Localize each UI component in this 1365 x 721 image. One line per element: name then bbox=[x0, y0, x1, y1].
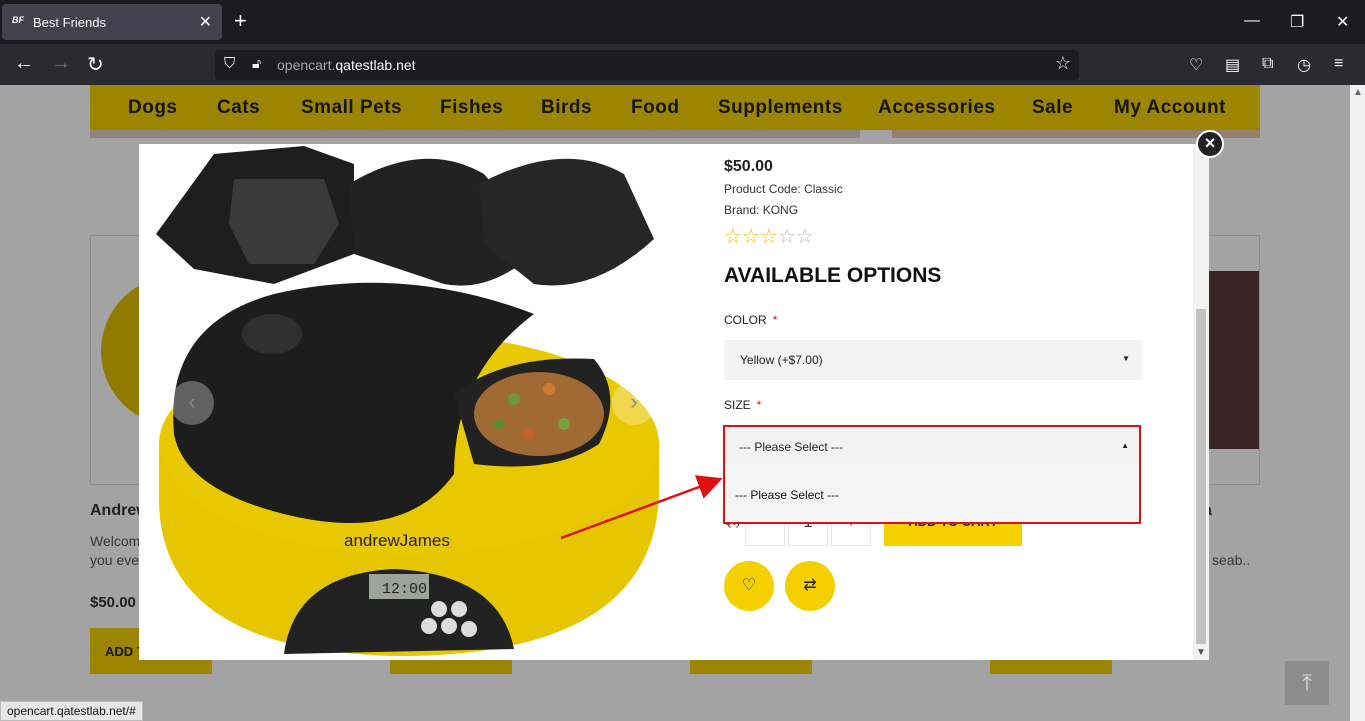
product-brand: Brand: KONG bbox=[724, 203, 799, 217]
history-icon[interactable]: ◷ bbox=[1297, 55, 1311, 75]
brand-logo-text: andrewJames bbox=[344, 531, 450, 550]
close-tab-icon[interactable]: ✕ bbox=[199, 12, 212, 32]
size-option-label: --- Please Select --- bbox=[735, 488, 840, 502]
required-mark: * bbox=[772, 313, 778, 327]
minimize-icon[interactable]: — bbox=[1244, 12, 1260, 30]
status-bar-url: opencart.qatestlab.net/# bbox=[0, 701, 143, 721]
color-label-text: COLOR bbox=[724, 313, 767, 327]
lock-icon[interactable]: 🔓︎ bbox=[252, 55, 261, 72]
scroll-up-icon[interactable]: ▲ bbox=[1353, 87, 1363, 98]
options-heading: AVAILABLE OPTIONS bbox=[724, 264, 942, 287]
product-code: Product Code: Classic bbox=[724, 182, 843, 196]
scrollbar-thumb[interactable] bbox=[1196, 309, 1206, 644]
bookmark-star-icon[interactable]: ☆ bbox=[1055, 53, 1071, 74]
svg-text:12:00: 12:00 bbox=[382, 581, 427, 598]
quick-view-modal: andrewJames 12:00 ‹ › $50.00 Product Cod… bbox=[139, 144, 1209, 660]
shield-icon[interactable]: ⛉ bbox=[224, 55, 235, 72]
reload-icon[interactable]: ↻ bbox=[87, 52, 104, 77]
reader-view-icon[interactable]: ▤ bbox=[1225, 55, 1240, 75]
star-icon: ☆ bbox=[759, 226, 778, 248]
product-image: andrewJames 12:00 ‹ › bbox=[154, 144, 664, 660]
tab-bar: BF Best Friends ✕ + — ❐ ✕ bbox=[0, 0, 1365, 44]
upload-icon: ⤒ bbox=[1302, 670, 1312, 695]
pocket-icon[interactable]: ♡ bbox=[1189, 55, 1203, 75]
navigation-bar: ← → ↻ ⛉ 🔓︎ opencart.qatestlab.net ☆ ♡ ▤ … bbox=[0, 44, 1365, 85]
carousel-prev-button[interactable]: ‹ bbox=[170, 381, 214, 425]
restore-icon[interactable]: ❐ bbox=[1290, 12, 1304, 32]
required-mark: * bbox=[756, 398, 762, 412]
star-icon: ☆ bbox=[795, 226, 814, 248]
size-label-text: SIZE bbox=[724, 398, 751, 412]
url-domain: qatestlab.net bbox=[335, 57, 416, 73]
web-page: Dogs Cats Small Pets Fishes Birds Food S… bbox=[0, 85, 1365, 721]
url-host: opencart. bbox=[277, 57, 336, 73]
star-icon: ☆ bbox=[724, 226, 742, 248]
color-select[interactable]: Yellow (+$7.00) ▼ bbox=[724, 340, 1142, 380]
scroll-down-icon[interactable]: ▼ bbox=[1196, 647, 1206, 658]
size-select-dropdown[interactable]: --- Please Select --- ▲ --- Please Selec… bbox=[723, 425, 1141, 524]
address-bar[interactable]: ⛉ 🔓︎ opencart.qatestlab.net ☆ bbox=[215, 50, 1079, 80]
browser-tab[interactable]: BF Best Friends ✕ bbox=[2, 4, 222, 40]
chevron-down-icon: ▼ bbox=[1122, 354, 1130, 363]
size-label: SIZE * bbox=[724, 398, 761, 412]
size-select-value: --- Please Select --- bbox=[739, 440, 844, 454]
favicon-icon: BF bbox=[12, 15, 24, 25]
scroll-to-top-button[interactable]: ⤒ bbox=[1285, 661, 1329, 705]
compare-arrows-icon: ⇄ bbox=[803, 577, 817, 594]
size-option[interactable]: --- Please Select --- bbox=[725, 465, 1139, 522]
heart-icon: ♡ bbox=[741, 577, 757, 594]
back-icon[interactable]: ← bbox=[14, 52, 34, 75]
wishlist-button[interactable]: ♡ bbox=[724, 561, 774, 611]
product-price: $50.00 bbox=[724, 158, 773, 175]
star-icon: ☆ bbox=[741, 226, 760, 248]
tab-title: Best Friends bbox=[33, 15, 106, 30]
color-select-value: Yellow (+$7.00) bbox=[740, 353, 823, 367]
page-scrollbar[interactable]: ▲ bbox=[1350, 85, 1365, 721]
chevron-up-icon: ▲ bbox=[1121, 441, 1129, 450]
carousel-next-button[interactable]: › bbox=[612, 381, 656, 425]
size-select[interactable]: --- Please Select --- ▲ bbox=[725, 427, 1139, 465]
color-label: COLOR * bbox=[724, 313, 777, 327]
compare-button[interactable]: ⇄ bbox=[785, 561, 835, 611]
rating-stars: ☆☆☆☆☆ bbox=[724, 224, 814, 249]
new-tab-icon[interactable]: + bbox=[234, 9, 247, 33]
modal-scrollbar[interactable]: ▼ bbox=[1193, 144, 1209, 660]
menu-icon[interactable]: ≡ bbox=[1334, 55, 1343, 73]
extensions-icon[interactable]: ⧉ bbox=[1262, 55, 1273, 73]
forward-icon[interactable]: → bbox=[51, 52, 71, 75]
pet-feeder-illustration: andrewJames 12:00 bbox=[156, 146, 659, 656]
close-modal-button[interactable]: × bbox=[1196, 130, 1224, 158]
star-icon: ☆ bbox=[777, 226, 796, 248]
url-text[interactable]: opencart.qatestlab.net bbox=[277, 57, 416, 73]
close-window-icon[interactable]: ✕ bbox=[1336, 12, 1349, 32]
